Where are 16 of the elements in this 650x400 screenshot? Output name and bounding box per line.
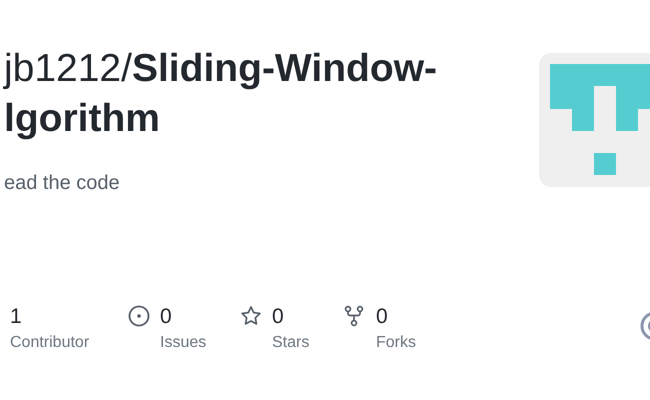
- repo-owner: jb1212/: [4, 47, 132, 90]
- avatar-icon: [640, 311, 650, 341]
- stat-label: Contributor: [10, 333, 90, 353]
- stat-count: 0: [272, 304, 285, 330]
- stat-count: 1: [10, 304, 23, 330]
- repo-name: Sliding-Window-: [132, 47, 438, 90]
- issue-icon: [128, 305, 150, 327]
- stat-label: Forks: [376, 333, 416, 353]
- star-icon: [240, 305, 262, 327]
- repo-name: lgorithm: [4, 97, 160, 140]
- stat-count: 0: [376, 304, 389, 330]
- fork-icon: [344, 305, 364, 327]
- repo-description: ead the code: [4, 171, 121, 196]
- stat-label: Issues: [160, 333, 206, 353]
- stat-label: Stars: [272, 333, 310, 353]
- stat-count: 0: [160, 304, 173, 330]
